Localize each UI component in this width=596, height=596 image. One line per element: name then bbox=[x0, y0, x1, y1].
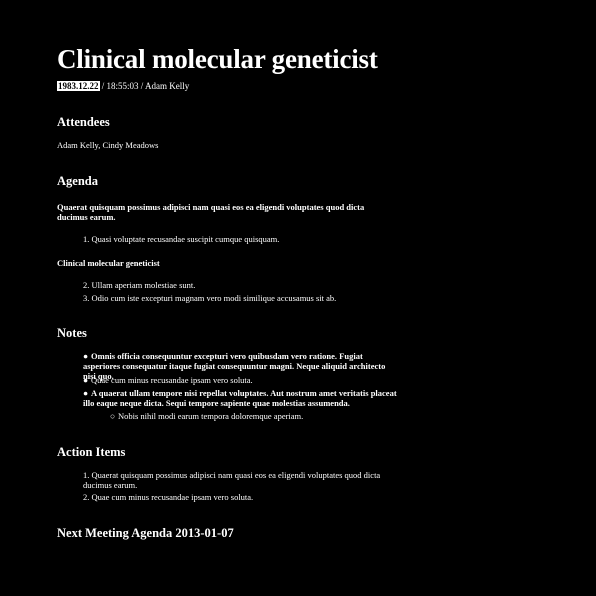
agenda-item-text: Ullam aperiam molestiae sunt. bbox=[91, 280, 196, 290]
agenda-item-3: 3. Odio cum iste excepturi magnam vero m… bbox=[83, 293, 383, 303]
action-item-number: 1. bbox=[83, 470, 90, 480]
agenda-item-1: 1. Quasi voluptate recusandae suscipit c… bbox=[83, 234, 383, 244]
bullet-icon: ● bbox=[83, 388, 89, 398]
action-items-heading: Action Items bbox=[57, 445, 126, 459]
agenda-item-2: 2. Ullam aperiam molestiae sunt. bbox=[83, 280, 383, 290]
action-item-1: 1. Quaerat quisquam possimus adipisci na… bbox=[83, 470, 401, 490]
meeting-meta: 1983.12.22 / 18:55:03 / Adam Kelly bbox=[57, 80, 402, 92]
notes-bullet-3: ● A quaerat ullam tempore nisi repellat v… bbox=[83, 388, 397, 408]
action-item-text: Quaerat quisquam possimus adipisci nam q… bbox=[83, 470, 381, 490]
bullet-icon: ● bbox=[83, 351, 89, 361]
attendees-list: Adam Kelly, Cindy Meadows bbox=[57, 140, 159, 150]
meeting-date: 1983.12.22 bbox=[57, 81, 100, 91]
agenda-item-number: 3. bbox=[83, 293, 90, 303]
meeting-time-author: / 18:55:03 / Adam Kelly bbox=[101, 81, 190, 91]
notes-subbullet: ○ Nobis nihil modi earum tempora doloremq… bbox=[110, 411, 390, 421]
notes-bullet-text: Quae cum minus recusandae ipsam vero sol… bbox=[91, 375, 253, 385]
notes-subbullet-text: Nobis nihil modi earum tempora doloremqu… bbox=[118, 411, 304, 421]
meeting-notes-page: Clinical molecular geneticist 1983.12.22… bbox=[57, 40, 402, 540]
notes-bullet-2: ● Quae cum minus recusandae ipsam vero so… bbox=[83, 375, 397, 385]
agenda-topic-2: Clinical molecular geneticist bbox=[57, 258, 160, 268]
agenda-item-text: Quasi voluptate recusandae suscipit cumq… bbox=[91, 234, 280, 244]
bullet-icon: ● bbox=[83, 375, 89, 385]
action-item-2: 2. Quae cum minus recusandae ipsam vero … bbox=[83, 492, 401, 502]
action-item-text: Quae cum minus recusandae ipsam vero sol… bbox=[91, 492, 254, 502]
notes-bullet-text: A quaerat ullam tempore nisi repellat vo… bbox=[83, 388, 397, 408]
circle-bullet-icon: ○ bbox=[110, 411, 116, 421]
next-meeting-heading: Next Meeting Agenda 2013-01-07 bbox=[57, 526, 234, 540]
agenda-item-number: 1. bbox=[83, 234, 90, 244]
agenda-item-text: Odio cum iste excepturi magnam vero modi… bbox=[91, 293, 337, 303]
agenda-item-number: 2. bbox=[83, 280, 90, 290]
agenda-topic-1: Quaerat quisquam possimus adipisci nam q… bbox=[57, 202, 365, 222]
attendees-heading: Attendees bbox=[57, 115, 110, 129]
action-item-number: 2. bbox=[83, 492, 90, 502]
notes-heading: Notes bbox=[57, 326, 87, 340]
agenda-heading: Agenda bbox=[57, 174, 98, 188]
page-title: Clinical molecular geneticist bbox=[57, 44, 378, 74]
